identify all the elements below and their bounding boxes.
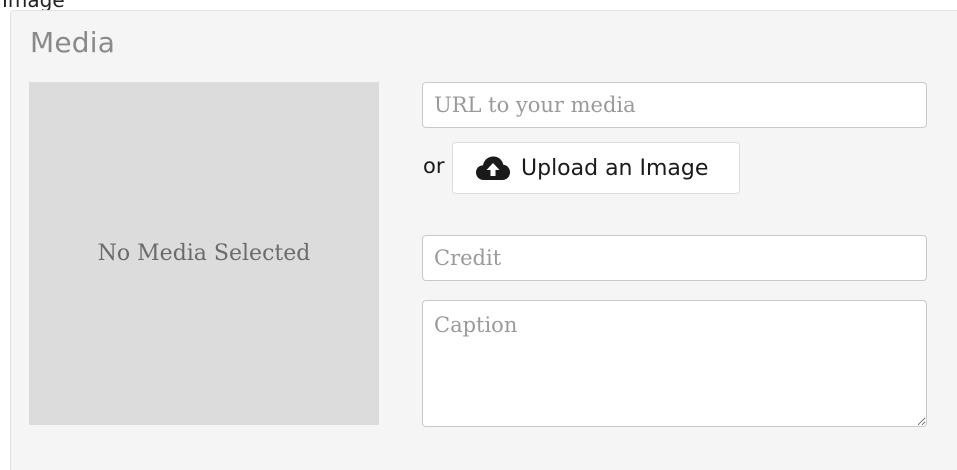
credit-input[interactable] [422,235,927,281]
page-header-text: Image [2,0,65,10]
cloud-upload-icon [475,155,511,181]
upload-button-label: Upload an Image [521,155,709,181]
media-section-title: Media [30,26,116,59]
media-url-input[interactable] [422,82,927,128]
page-header-fragment: Image [0,0,160,10]
no-media-text: No Media Selected [97,241,311,266]
upload-image-button[interactable]: Upload an Image [452,142,740,194]
caption-textarea[interactable] [422,300,927,427]
or-label: or [423,154,445,178]
media-preview: No Media Selected [29,82,379,425]
